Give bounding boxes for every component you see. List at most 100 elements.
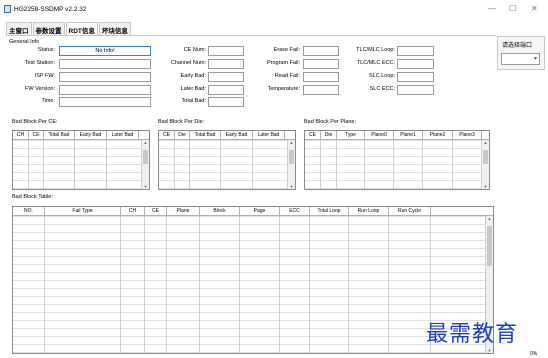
column-header[interactable]: Page — [240, 207, 280, 215]
port-panel-title: 请选择端口 — [502, 43, 533, 49]
isp-fw-row: ISP FW: — [0, 72, 152, 82]
bad-block-per-ce-grid[interactable]: CH CE Total Bad Early Bad Later Bad ▲ ▼ — [12, 130, 150, 190]
column-header[interactable]: CH — [13, 131, 29, 139]
time-field[interactable] — [59, 97, 151, 107]
scroll-up-icon[interactable]: ▲ — [288, 140, 295, 145]
ce-num-label: CE Num: — [183, 47, 206, 53]
column-header[interactable]: ECC — [280, 207, 310, 215]
tlc-mlc-loop-row: TLC/MLC Loop: — [345, 46, 435, 56]
column-header[interactable]: Plane1 — [394, 131, 423, 139]
fw-version-field[interactable] — [59, 85, 151, 95]
scroll-thumb[interactable] — [289, 150, 294, 164]
scroll-up-icon[interactable]: ▲ — [482, 140, 489, 145]
column-header[interactable]: CE — [305, 131, 321, 139]
temperature-label: Temperature: — [267, 86, 300, 92]
later-bad-row: Later Bad: — [150, 85, 246, 95]
tlc-mlc-loop-field[interactable] — [397, 46, 434, 56]
column-header[interactable]: Plane2 — [423, 131, 453, 139]
total-bad-field[interactable] — [208, 97, 244, 107]
vertical-scrollbar[interactable]: ▲ ▼ — [481, 140, 489, 189]
tab-rdt-info[interactable]: RDT信息 — [65, 22, 98, 35]
scroll-down-icon[interactable]: ▼ — [482, 184, 489, 189]
scroll-up-icon[interactable]: ▲ — [142, 140, 149, 145]
column-header[interactable]: CE — [159, 131, 175, 139]
read-fail-field[interactable] — [303, 72, 339, 82]
column-header[interactable]: CH — [121, 207, 145, 215]
later-bad-field[interactable] — [208, 85, 244, 95]
tlc-mlc-ecc-field[interactable] — [397, 59, 434, 69]
vertical-scrollbar[interactable]: ▲ ▼ — [141, 140, 149, 189]
column-header[interactable]: Block — [200, 207, 240, 215]
status-field[interactable]: No Info! — [59, 46, 151, 56]
column-header[interactable]: Early Bad — [221, 131, 253, 139]
column-header[interactable]: CE — [145, 207, 167, 215]
scroll-down-icon[interactable]: ▼ — [142, 184, 149, 189]
title-bar: HG2258-SSDMP v2.2.32 — ☐ ✕ — [0, 0, 548, 20]
tab-divider — [6, 35, 496, 36]
slc-ecc-label: SLC ECC: — [369, 86, 395, 92]
status-row: Status: No Info! — [0, 46, 152, 56]
fw-version-row: FW Version: — [0, 85, 152, 95]
column-header[interactable]: Later Bad — [253, 131, 285, 139]
column-header[interactable]: Total Loop — [310, 207, 349, 215]
column-header[interactable]: Type — [337, 131, 365, 139]
bad-block-table-grid[interactable]: NO. Fail Type CH CE Plane Block Page ECC… — [12, 206, 494, 354]
total-bad-row: Total Bad: — [150, 97, 246, 107]
temperature-field[interactable] — [303, 85, 339, 95]
column-header[interactable]: Die — [321, 131, 337, 139]
chevron-down-icon[interactable]: ▾ — [534, 55, 537, 62]
channel-num-row: Channel Num: — [150, 59, 246, 69]
column-header[interactable]: Early Bad — [75, 131, 107, 139]
program-fail-row: Program Fail: — [250, 59, 340, 69]
minimize-button[interactable]: — — [488, 4, 496, 13]
program-fail-field[interactable] — [303, 59, 339, 69]
scroll-thumb[interactable] — [483, 150, 488, 164]
isp-fw-field[interactable] — [59, 72, 151, 82]
column-header[interactable]: Plane — [167, 207, 200, 215]
column-header[interactable]: Plane3 — [453, 131, 482, 139]
column-header[interactable]: Later Bad — [107, 131, 139, 139]
bad-block-per-die-grid[interactable]: CE Die Total Bad Early Bad Later Bad ▲ ▼ — [158, 130, 296, 190]
scroll-thumb[interactable] — [143, 150, 148, 164]
column-header[interactable]: CE — [29, 131, 44, 139]
vertical-scrollbar[interactable]: ▲ ▼ — [287, 140, 295, 189]
tlc-mlc-ecc-row: TLC/MLC ECC: — [345, 59, 435, 69]
early-bad-label: Early Bad: — [180, 73, 206, 79]
read-fail-label: Read Fail: — [274, 73, 300, 79]
scroll-up-icon[interactable]: ▲ — [486, 216, 493, 221]
slc-loop-field[interactable] — [397, 72, 434, 82]
test-station-field[interactable] — [59, 59, 151, 69]
column-header[interactable]: NO. — [13, 207, 45, 215]
erase-fail-field[interactable] — [303, 46, 339, 56]
maximize-button[interactable]: ☐ — [509, 4, 516, 13]
port-select[interactable]: ▾ — [501, 53, 540, 65]
read-fail-row: Read Fail: — [250, 72, 340, 82]
scroll-down-icon[interactable]: ▼ — [486, 348, 493, 353]
bad-block-per-plane-title: Bad Block Per Plane: — [304, 119, 356, 125]
grid-body — [305, 140, 481, 189]
close-button[interactable]: ✕ — [531, 4, 538, 13]
scroll-down-icon[interactable]: ▼ — [288, 184, 295, 189]
channel-num-label: Channel Num: — [170, 60, 206, 66]
column-header[interactable]: Total Bad — [190, 131, 221, 139]
bad-block-per-ce-title: Bad Block Per CE: — [12, 119, 58, 125]
port-panel: 请选择端口 ▾ — [497, 36, 545, 70]
ce-num-field[interactable] — [208, 46, 244, 56]
column-header[interactable]: Die — [175, 131, 190, 139]
slc-ecc-field[interactable] — [397, 85, 434, 95]
early-bad-field[interactable] — [208, 72, 244, 82]
column-header[interactable]: Run Cycle — [389, 207, 431, 215]
bad-block-per-plane-grid[interactable]: CE Die Type Plane0 Plane1 Plane2 Plane3 … — [304, 130, 490, 190]
channel-num-field[interactable] — [208, 59, 244, 69]
scroll-thumb[interactable] — [487, 226, 492, 266]
tab-parameter-settings[interactable]: 参数设置 — [32, 22, 65, 35]
tab-bad-block-info[interactable]: 坏块信息 — [98, 22, 131, 35]
column-header[interactable]: Run Loop — [349, 207, 389, 215]
total-bad-label: Total Bad: — [181, 98, 206, 104]
status-label: Status: — [37, 47, 55, 53]
tab-main-window[interactable]: 主窗口 — [6, 22, 32, 35]
column-header[interactable]: Total Bad — [44, 131, 75, 139]
column-header[interactable]: Plane0 — [365, 131, 394, 139]
early-bad-row: Early Bad: — [150, 72, 246, 82]
column-header[interactable]: Fail Type — [45, 207, 121, 215]
